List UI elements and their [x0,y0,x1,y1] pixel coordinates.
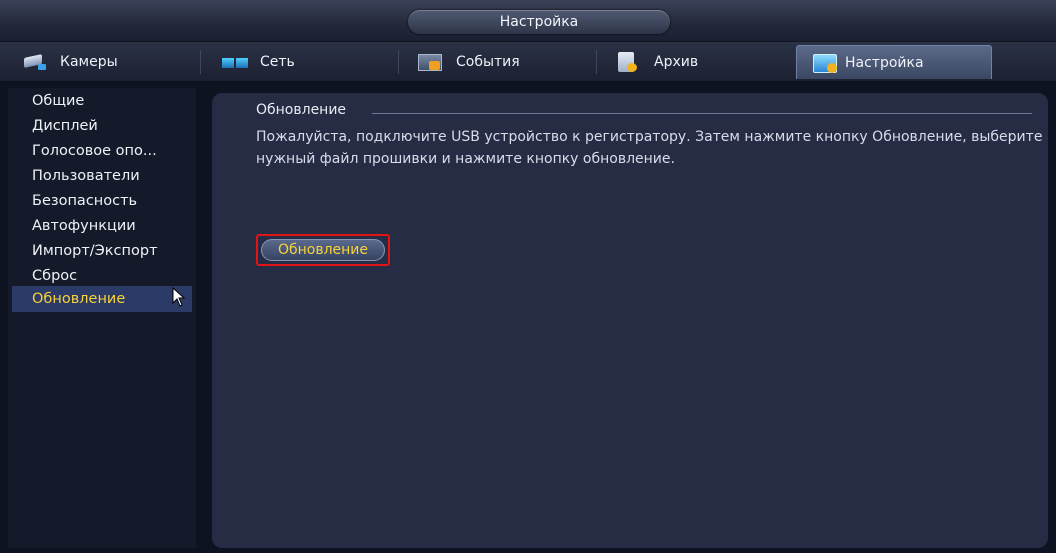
tab-cameras[interactable]: Камеры [4,45,194,79]
sidebar-item-general[interactable]: Общие [12,88,192,114]
section-divider [372,113,1032,114]
events-icon [418,52,446,72]
tab-network-label: Сеть [260,54,295,70]
tab-settings-label: Настройка [845,54,924,71]
tab-divider [200,50,201,74]
section-title: Обновление [256,102,347,118]
tab-events-label: События [456,54,520,70]
sidebar-item-update[interactable]: Обновление [12,286,192,312]
sidebar-item-voice-alert[interactable]: Голосовое опо... [12,138,192,164]
tab-network[interactable]: Сеть [204,45,392,79]
sidebar-item-users[interactable]: Пользователи [12,163,192,189]
tab-events[interactable]: События [400,45,590,79]
tab-divider [596,50,597,74]
settings-sidebar: Общие Дисплей Голосовое опо... Пользоват… [8,88,196,548]
tab-archive-label: Архив [654,54,699,70]
sidebar-item-display[interactable]: Дисплей [12,113,192,139]
settings-icon [813,53,841,73]
tab-divider [398,50,399,74]
sidebar-item-security[interactable]: Безопасность [12,188,192,214]
mouse-cursor-icon [172,287,186,307]
update-panel: Обновление Пожалуйста, подключите USB ус… [212,93,1048,548]
sidebar-item-import-export[interactable]: Импорт/Экспорт [12,238,192,264]
update-instructions: Пожалуйста, подключите USB устройство к … [256,129,1043,167]
tab-settings[interactable]: Настройка [796,45,992,79]
network-icon [222,52,250,72]
camera-icon [22,52,50,72]
tab-cameras-label: Камеры [60,54,118,70]
archive-icon [616,52,644,72]
update-button[interactable]: Обновление [256,234,390,266]
update-button-label: Обновление [261,239,385,261]
window-title: Настройка [408,10,670,34]
main-tab-bar: Камеры Сеть События Архив Настройка [0,42,1056,82]
title-bar: Настройка [0,0,1056,42]
tab-archive[interactable]: Архив [598,45,788,79]
sidebar-item-auto-functions[interactable]: Автофункции [12,213,192,239]
